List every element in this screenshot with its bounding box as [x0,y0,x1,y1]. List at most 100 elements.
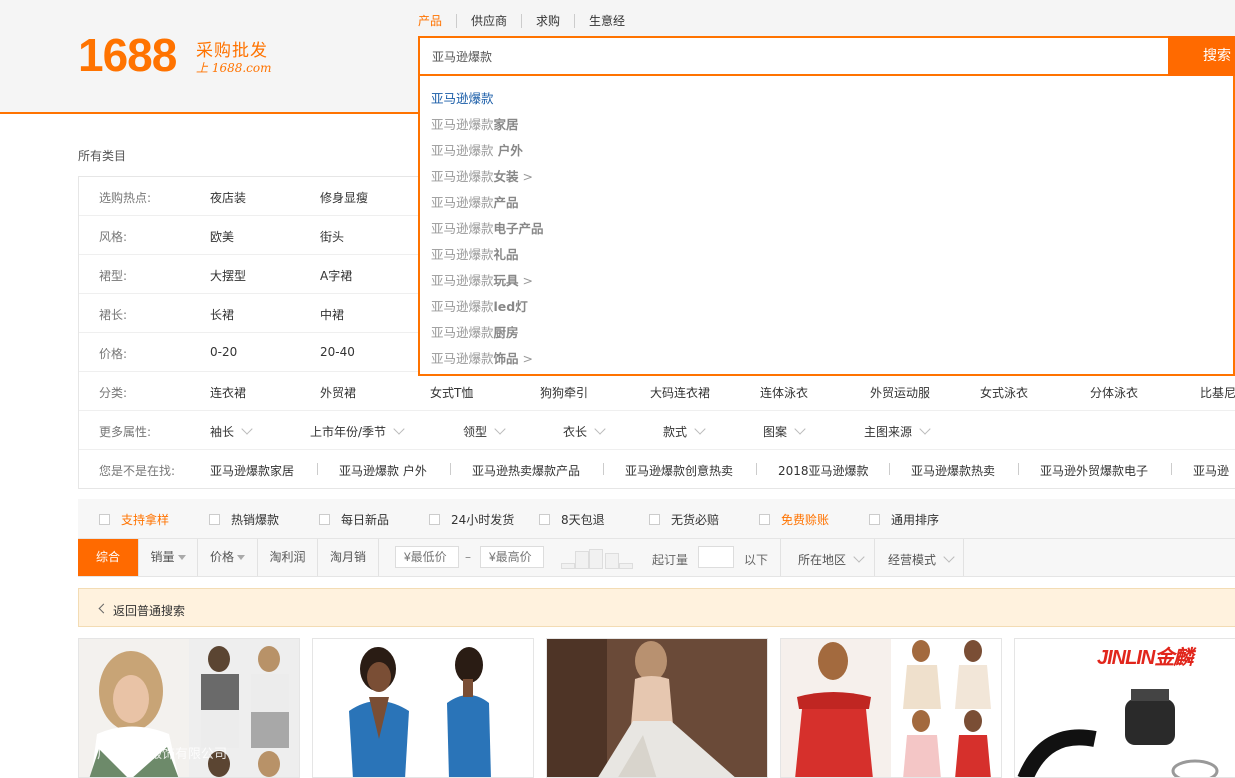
suggestion-item[interactable]: 亚马逊爆款家居 [431,114,519,133]
suggestion-item[interactable]: 亚马逊爆款产品 [431,192,519,211]
attribute-label: 袖长 [210,425,235,439]
tab-buying-requests[interactable]: 求购 [521,14,574,28]
sort-label: 价格 [209,550,234,564]
sort-taobao-profit[interactable]: 淘利润 [258,539,318,576]
service-filter-general-sort[interactable]: 通用排序 [869,511,939,528]
sort-sales[interactable]: 销量 [139,539,198,576]
filter-value[interactable]: 女式T恤 [430,384,473,401]
sort-comprehensive[interactable]: 综合 [78,539,139,576]
price-distribution-icon[interactable] [561,546,637,569]
back-to-normal-search-link[interactable]: 返回普通搜索 [113,602,185,619]
search-button[interactable]: 搜索 [1168,36,1235,76]
checkbox[interactable] [99,514,110,525]
tab-products[interactable]: 产品 [418,14,456,28]
filter-value[interactable]: 连衣裙 [210,384,246,401]
attribute-dropdown[interactable]: 款式 [663,423,706,440]
checkbox[interactable] [869,514,880,525]
min-price-input[interactable] [395,546,459,568]
filter-value[interactable]: 中裙 [320,306,344,323]
checkbox[interactable] [209,514,220,525]
service-filter-24h[interactable]: 24小时发货 [429,511,514,528]
attribute-dropdown[interactable]: 衣长 [563,423,606,440]
filter-value[interactable]: 比基尼 [1200,384,1235,401]
chevron-down-icon [694,423,706,435]
related-search-link[interactable]: 2018亚马逊爆款 [778,462,869,479]
suggestion-suffix: 户外 [493,143,523,158]
related-search-link[interactable]: 亚马逊外贸爆款电子 [1040,462,1148,479]
suggestion-suffix: 礼品 [493,247,519,262]
attribute-dropdown[interactable]: 上市年份/季节 [310,423,405,440]
product-card[interactable] [780,638,1002,778]
tab-business-wiki[interactable]: 生意经 [574,14,639,28]
related-search-link[interactable]: 亚马逊爆款家居 [210,462,294,479]
tab-suppliers[interactable]: 供应商 [456,14,521,28]
suggestion-item[interactable]: 亚马逊爆款玩具 > [431,270,533,289]
suggestion-suffix: 女装 [493,169,519,184]
checkbox[interactable] [759,514,770,525]
region-label: 所在地区 [798,553,847,567]
moq-input[interactable] [698,546,734,568]
service-filter-hot[interactable]: 热销爆款 [209,511,279,528]
filter-value[interactable]: A字裙 [320,267,352,284]
all-categories-label[interactable]: 所有类目 [78,147,126,164]
filter-value[interactable]: 街头 [320,228,344,245]
checkbox[interactable] [319,514,330,525]
related-search-link[interactable]: 亚马逊热卖爆款产品 [472,462,580,479]
service-filter-compensation[interactable]: 无货必赔 [649,511,719,528]
filter-value[interactable]: 大摆型 [210,267,246,284]
attribute-dropdown[interactable]: 图案 [763,423,806,440]
attribute-dropdown[interactable]: 袖长 [210,423,253,440]
search-input[interactable] [430,48,1134,64]
suggestion-item[interactable]: 亚马逊爆款厨房 [431,322,519,341]
max-price-input[interactable] [480,546,544,568]
filter-value[interactable]: 大码连衣裙 [650,384,710,401]
filter-value[interactable]: 0-20 [210,345,237,359]
checkbox[interactable] [649,514,660,525]
filter-value[interactable]: 连体泳衣 [760,384,808,401]
filter-value[interactable]: 分体泳衣 [1090,384,1138,401]
moq-label: 起订量 [652,553,689,567]
filter-value[interactable]: 女式泳衣 [980,384,1028,401]
related-search-link[interactable]: 亚马逊爆款创意热卖 [625,462,733,479]
filter-value[interactable]: 狗狗牵引 [540,384,588,401]
suggestion-item[interactable]: 亚马逊爆款电子产品 [431,218,544,237]
service-filter-new[interactable]: 每日新品 [319,511,389,528]
related-search-link[interactable]: 亚马逊爆款 户外 [339,462,427,479]
divider [1171,463,1172,475]
product-card[interactable] [312,638,534,778]
suggestion-item[interactable]: 亚马逊爆款 户外 [431,140,523,159]
sort-price[interactable]: 价格 [198,539,258,576]
suggestion-item[interactable]: 亚马逊爆款礼品 [431,244,519,263]
service-label: 热销爆款 [231,513,280,527]
checkbox[interactable] [539,514,550,525]
suggestion-base: 亚马逊爆款 [431,91,494,106]
suggestion-item[interactable]: 亚马逊爆款女装 > [431,166,533,185]
product-card[interactable] [546,638,768,778]
attribute-dropdown[interactable]: 主图来源 [864,423,931,440]
service-filter-credit[interactable]: 免费赊账 [759,511,829,528]
suggestion-item[interactable]: 亚马逊爆款led灯 [431,296,528,315]
service-filter-8day-return[interactable]: 8天包退 [539,511,605,528]
suggestion-item[interactable]: 亚马逊爆款 [431,88,494,107]
sort-taobao-monthly-sales[interactable]: 淘月销 [318,539,379,576]
suggestion-item[interactable]: 亚马逊爆款饰品 > [431,348,533,367]
attribute-dropdown[interactable]: 领型 [463,423,506,440]
filter-value[interactable]: 外贸裙 [320,384,356,401]
filter-value[interactable]: 欧美 [210,228,234,245]
related-search-link[interactable]: 亚马逊 [1193,462,1229,479]
filter-value[interactable]: 夜店装 [210,189,246,206]
region-dropdown[interactable]: 所在地区 [798,551,865,568]
suggestion-suffix: 玩具 [493,273,519,288]
filter-value[interactable]: 20-40 [320,345,355,359]
business-mode-dropdown[interactable]: 经营模式 [888,551,955,568]
checkbox[interactable] [429,514,440,525]
chevron-right-icon: > [522,273,533,288]
service-filter-sample[interactable]: 支持拿样 [99,511,169,528]
business-mode-label: 经营模式 [888,553,937,567]
product-card[interactable]: 广州曼迪服饰有限公司 [78,638,300,778]
product-card[interactable]: JINLIN金麟 [1014,638,1235,778]
filter-value[interactable]: 外贸运动服 [870,384,930,401]
related-search-link[interactable]: 亚马逊爆款热卖 [911,462,995,479]
filter-value[interactable]: 长裙 [210,306,234,323]
filter-value[interactable]: 修身显瘦 [320,189,368,206]
